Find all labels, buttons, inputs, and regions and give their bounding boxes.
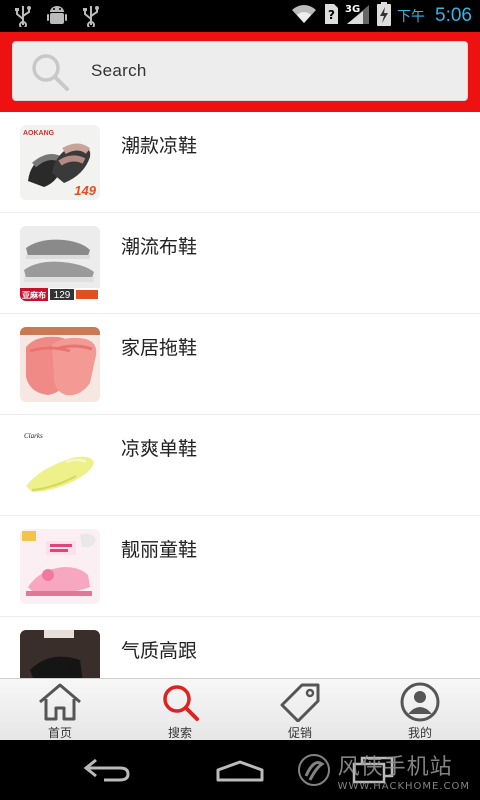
- category-label: 凉爽单鞋: [121, 438, 198, 460]
- svg-text:AOKANG: AOKANG: [23, 130, 55, 137]
- clock: 5:06: [435, 5, 472, 26]
- svg-text:149: 149: [74, 183, 96, 198]
- home-icon[interactable]: [214, 756, 266, 788]
- home-icon: [36, 682, 84, 726]
- signal-icon: 3G: [345, 3, 371, 29]
- wifi-icon: [291, 4, 317, 28]
- tab-promotions-label: 促销: [287, 726, 312, 740]
- back-icon[interactable]: [82, 756, 132, 788]
- status-bar: ? 3G 下午 5:06: [0, 0, 480, 32]
- tag-icon: [276, 682, 324, 726]
- category-thumbnail: [20, 327, 100, 402]
- category-item[interactable]: AOKANG 149 潮款凉鞋: [0, 112, 480, 213]
- svg-text:亚麻布: 亚麻布: [22, 290, 46, 300]
- category-list: AOKANG 149 潮款凉鞋 亚麻布 129 潮流布鞋 家居拖鞋 Clarks…: [0, 112, 480, 678]
- category-item[interactable]: 亚麻布 129 潮流布鞋: [0, 213, 480, 314]
- usb-icon: [14, 5, 32, 27]
- category-label: 家居拖鞋: [121, 337, 198, 359]
- sim-unknown-icon: ?: [323, 3, 339, 29]
- watermark-cn: 风侠手机站: [337, 754, 453, 780]
- user-icon: [396, 682, 444, 726]
- category-item[interactable]: 家居拖鞋: [0, 314, 480, 415]
- search-icon: [29, 52, 71, 96]
- category-item[interactable]: 气质高跟: [0, 617, 480, 678]
- usb-icon-2: [82, 5, 100, 27]
- category-label: 靓丽童鞋: [121, 539, 198, 561]
- bottom-nav: 首页 搜索 促销 我的: [0, 678, 480, 741]
- tab-profile-label: 我的: [407, 726, 432, 740]
- category-thumbnail: [20, 630, 100, 678]
- category-item[interactable]: 靓丽童鞋: [0, 516, 480, 617]
- category-item[interactable]: Clarks 凉爽单鞋: [0, 415, 480, 516]
- search-placeholder: Search: [91, 61, 147, 80]
- search-header: Search: [0, 32, 480, 112]
- category-thumbnail: Clarks: [20, 428, 100, 503]
- watermark-en: WWW.HACKHOME.COM: [337, 780, 470, 792]
- watermark-logo-icon: [297, 754, 330, 786]
- tab-home[interactable]: 首页: [0, 679, 120, 741]
- time-ampm: 下午: [397, 9, 426, 25]
- category-label: 潮款凉鞋: [121, 135, 198, 157]
- svg-text:?: ?: [328, 8, 335, 22]
- category-thumbnail: AOKANG 149: [20, 125, 100, 200]
- system-nav-bar: 风侠手机站 WWW.HACKHOME.COM: [0, 740, 480, 800]
- tab-profile[interactable]: 我的: [360, 679, 480, 741]
- svg-text:Clarks: Clarks: [24, 432, 43, 440]
- tab-search[interactable]: 搜索: [120, 679, 240, 741]
- category-label: 潮流布鞋: [121, 236, 198, 258]
- search-icon: [156, 682, 204, 726]
- tab-search-label: 搜索: [167, 726, 192, 740]
- battery-charging-icon: [377, 2, 392, 30]
- network-type: 3G: [345, 4, 361, 15]
- tab-promotions[interactable]: 促销: [240, 679, 360, 741]
- category-label: 气质高跟: [121, 640, 198, 662]
- category-thumbnail: [20, 529, 100, 604]
- category-thumbnail: 亚麻布 129: [20, 226, 100, 301]
- android-debug-icon: [46, 5, 68, 27]
- watermark: 风侠手机站 WWW.HACKHOME.COM: [296, 740, 470, 800]
- tab-home-label: 首页: [47, 726, 72, 740]
- search-bar[interactable]: Search: [12, 41, 468, 101]
- svg-text:129: 129: [54, 290, 71, 301]
